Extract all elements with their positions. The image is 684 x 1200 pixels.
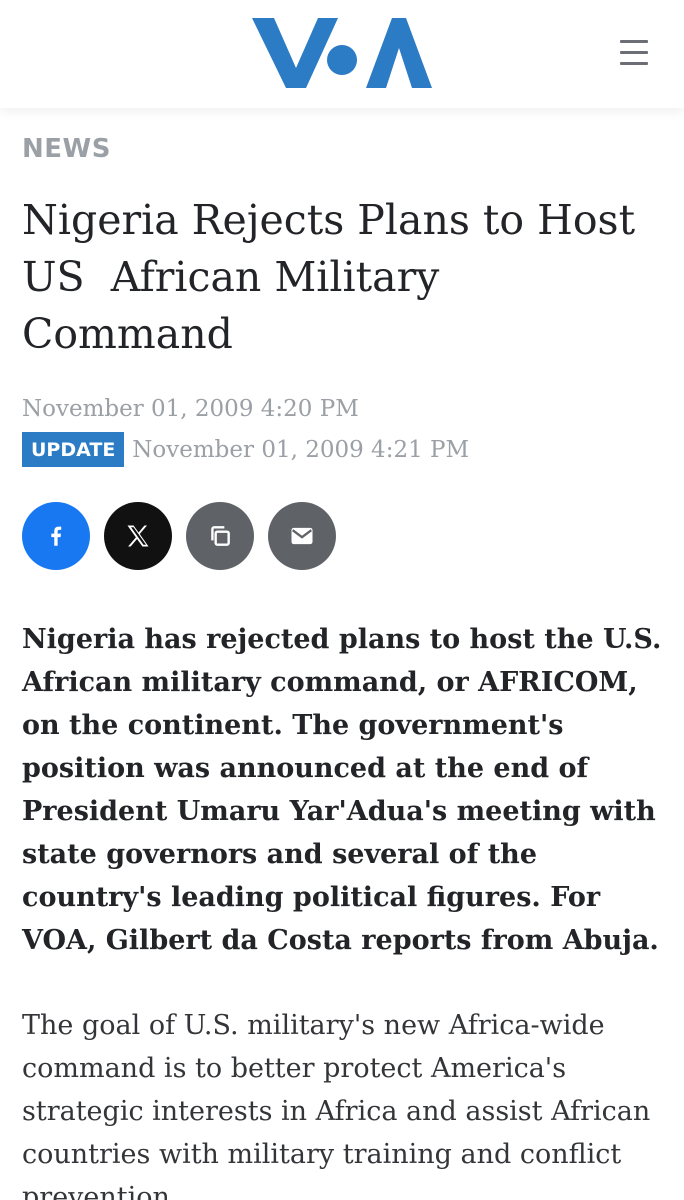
article-category[interactable]: NEWS: [22, 134, 111, 164]
site-header: [0, 0, 684, 108]
email-share-button[interactable]: [268, 502, 336, 570]
update-badge: UPDATE: [22, 432, 125, 467]
article-body-paragraph: The goal of U.S. military's new Africa-w…: [22, 1010, 651, 1200]
share-buttons: [22, 502, 336, 570]
x-share-button[interactable]: [104, 502, 172, 570]
hamburger-menu-icon[interactable]: [614, 34, 654, 70]
copy-link-button[interactable]: [186, 502, 254, 570]
facebook-share-button[interactable]: [22, 502, 90, 570]
copy-icon: [211, 526, 230, 546]
x-icon: [127, 525, 149, 547]
voa-logo[interactable]: [252, 18, 432, 90]
article-lead: Nigeria has rejected plans to host the U…: [22, 624, 662, 956]
article-title: Nigeria Rejects Plans to Host US African…: [22, 196, 636, 358]
updated-date-row: UPDATE November 01, 2009 4:21 PM: [22, 432, 469, 467]
envelope-icon: [291, 527, 313, 545]
updated-date: November 01, 2009 4:21 PM: [132, 436, 470, 463]
published-date: November 01, 2009 4:20 PM: [22, 396, 359, 422]
facebook-icon: [51, 526, 62, 546]
